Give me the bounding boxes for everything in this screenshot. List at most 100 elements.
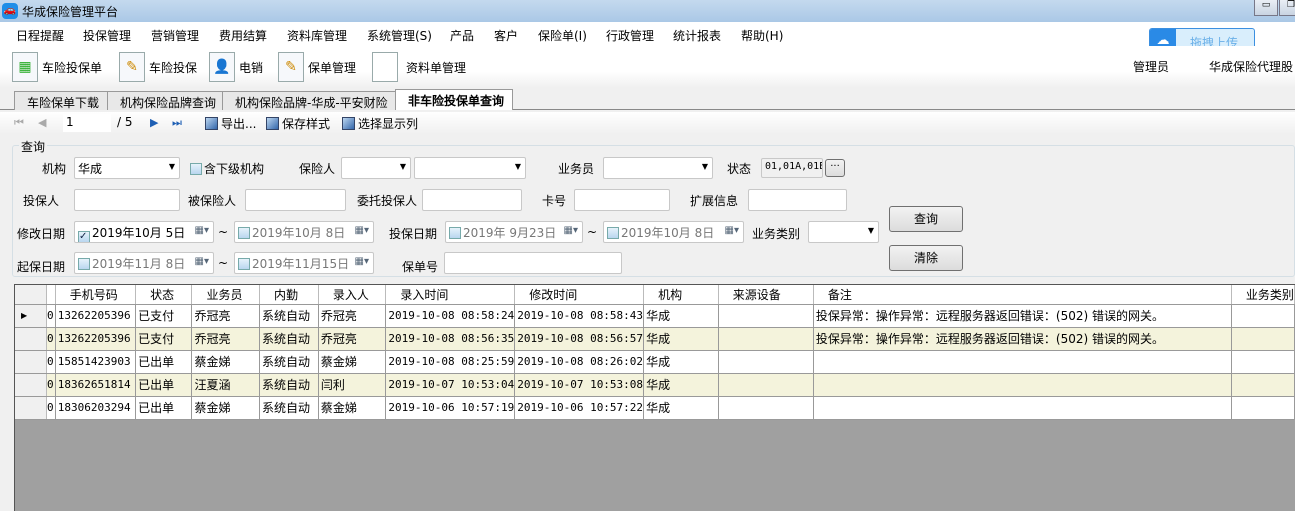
menu-reports[interactable]: 统计报表 — [673, 27, 721, 44]
calendar-dropdown-icon[interactable]: ▦▾ — [355, 225, 369, 236]
document-management-button[interactable]: 资料单管理 — [372, 51, 466, 83]
table-cell: 投保异常：操作异常：远程服务器返回错误：(502) 错误的网关。 — [813, 304, 1232, 328]
table-row[interactable]: 0 13262205396 已支付 乔冠亮 系统自动 乔冠亮 2019-10-08 08:5… — [15, 327, 1295, 351]
menu-library[interactable]: 资料库管理 — [287, 27, 347, 44]
tab-car-policy-download[interactable]: 车险保单下载 — [14, 91, 109, 110]
page-input[interactable]: 1 — [63, 114, 111, 132]
column-header[interactable]: 业务员 — [191, 285, 261, 305]
navigation-bar: ⏮ ◀ 1 / 5 ▶ ⏭ 导出... 保存样式 选择显示列 — [0, 112, 1295, 134]
save-style-button[interactable]: 保存样式 — [266, 115, 330, 132]
table-cell: 2019-10-08 08:58:43 — [514, 304, 645, 328]
table-cell — [813, 373, 1232, 397]
applicant-input[interactable] — [74, 189, 180, 211]
search-button[interactable]: 查询 — [889, 206, 963, 232]
car-insure-button[interactable]: ✎ 车险投保 — [119, 51, 197, 83]
column-header[interactable]: 录入人 — [318, 285, 387, 305]
minimize-button[interactable]: ▭ — [1254, 0, 1278, 16]
mod-date-to[interactable]: 2019年10月 8日 ▦▾ — [234, 221, 374, 243]
tab-non-car-query[interactable]: 非车险投保单查询 — [395, 89, 514, 110]
table-cell: 系统自动 — [259, 304, 319, 328]
maximize-button[interactable]: ❐ — [1279, 0, 1295, 16]
start-date-to[interactable]: 2019年11月15日 ▦▾ — [234, 252, 374, 274]
export-button[interactable]: 导出... — [205, 115, 256, 132]
calendar-dropdown-icon[interactable]: ▦▾ — [564, 225, 578, 236]
menu-help[interactable]: 帮助(H) — [741, 27, 783, 44]
insurer-sub-select[interactable] — [414, 157, 526, 179]
column-header[interactable]: 来源设备 — [718, 285, 814, 305]
tab-org-brand-pingan[interactable]: 机构保险品牌-华成-平安财险 — [222, 91, 397, 110]
apply-date-from[interactable]: 2019年 9月23日 ▦▾ — [445, 221, 583, 243]
toolbar-label: 保单管理 — [308, 60, 357, 75]
contact-card-icon: 👤 — [209, 52, 235, 82]
menu-marketing[interactable]: 营销管理 — [151, 27, 199, 44]
insurer-select[interactable] — [341, 157, 411, 179]
row-selector[interactable] — [15, 327, 47, 351]
column-header[interactable]: 机构 — [643, 285, 719, 305]
status-picker-button[interactable]: ··· — [825, 159, 845, 177]
entrust-input[interactable] — [422, 189, 522, 211]
image-icon — [205, 117, 218, 130]
entrust-label: 委托投保人 — [357, 194, 418, 208]
column-header[interactable]: 业务类别 — [1231, 285, 1295, 305]
column-header[interactable]: 备注 — [813, 285, 1232, 305]
menu-system[interactable]: 系统管理(S) — [367, 27, 432, 44]
table-row[interactable]: 0 18306203294 已出单 蔡金娣 系统自动 蔡金娣 2019-10-06 10:5… — [15, 396, 1295, 420]
column-header[interactable]: 手机号码 — [55, 285, 137, 305]
menu-insure[interactable]: 投保管理 — [83, 27, 131, 44]
mod-date-from[interactable]: ✓ 2019年10月 5日 ▦▾ — [74, 221, 214, 243]
menu-products[interactable]: 产品 — [450, 27, 474, 44]
policy-no-label: 保单号 — [402, 260, 439, 274]
table-cell: 投保异常：操作异常：远程服务器返回错误：(502) 错误的网关。 — [813, 327, 1232, 351]
start-date-from[interactable]: 2019年11月 8日 ▦▾ — [74, 252, 214, 274]
table-cell: 2019-10-08 08:25:59 — [385, 350, 516, 374]
sub-org-checkbox[interactable]: 含下级机构 — [190, 160, 264, 177]
calendar-dropdown-icon[interactable]: ▦▾ — [725, 225, 739, 236]
menu-customers[interactable]: 客户 — [494, 27, 518, 44]
biz-type-select[interactable] — [808, 221, 879, 243]
column-header[interactable] — [46, 285, 56, 305]
calendar-dropdown-icon[interactable]: ▦▾ — [195, 225, 209, 236]
tab-org-brand-query[interactable]: 机构保险品牌查询 — [107, 91, 226, 110]
prev-page-button[interactable]: ◀ — [38, 116, 46, 129]
menu-fees[interactable]: 费用结算 — [219, 27, 267, 44]
menu-policies[interactable]: 保险单(I) — [538, 27, 587, 44]
toolbar-label: 资料单管理 — [406, 60, 467, 75]
checkbox-icon — [238, 258, 250, 270]
table-row[interactable]: 0 18362651814 已出单 汪夏涵 系统自动 闫利 2019-10-07 10:53… — [15, 373, 1295, 397]
column-header[interactable]: 录入时间 — [385, 285, 516, 305]
table-cell: 2019-10-08 08:58:24 — [385, 304, 516, 328]
card-input[interactable] — [574, 189, 670, 211]
telesales-button[interactable]: 👤 电销 — [209, 51, 263, 83]
car-insurance-form-button[interactable]: ▦ 车险投保单 — [12, 51, 102, 83]
current-row-indicator-icon[interactable]: ▶ — [15, 304, 47, 328]
table-row[interactable]: 0 15851423903 已出单 蔡金娣 系统自动 蔡金娣 2019-10-08 08:2… — [15, 350, 1295, 374]
apply-date-to[interactable]: 2019年10月 8日 ▦▾ — [603, 221, 744, 243]
next-page-button[interactable]: ▶ — [150, 116, 158, 129]
org-select[interactable]: 华成 — [74, 157, 180, 179]
table-cell: 已出单 — [135, 373, 193, 397]
ext-info-input[interactable] — [748, 189, 847, 211]
row-selector[interactable] — [15, 350, 47, 374]
column-header[interactable]: 修改时间 — [514, 285, 645, 305]
policy-no-input[interactable] — [444, 252, 622, 274]
menu-schedule[interactable]: 日程提醒 — [16, 27, 64, 44]
column-header[interactable]: 状态 — [135, 285, 193, 305]
last-page-button[interactable]: ⏭ — [172, 116, 182, 130]
policy-management-button[interactable]: ✎ 保单管理 — [278, 51, 356, 83]
first-page-button[interactable]: ⏮ — [14, 116, 24, 130]
menu-admin[interactable]: 行政管理 — [606, 27, 654, 44]
table-row[interactable]: ▶ 0 13262205396 已支付 乔冠亮 系统自动 乔冠亮 2019-10-08 08:… — [15, 304, 1295, 328]
row-selector[interactable] — [15, 396, 47, 420]
clear-button[interactable]: 清除 — [889, 245, 963, 271]
column-header[interactable]: 内勤 — [259, 285, 319, 305]
table-cell: 乔冠亮 — [318, 327, 387, 351]
insured-input[interactable] — [245, 189, 346, 211]
select-columns-button[interactable]: 选择显示列 — [342, 115, 418, 132]
calendar-dropdown-icon[interactable]: ▦▾ — [355, 256, 369, 267]
row-selector[interactable] — [15, 373, 47, 397]
range-separator: ~ — [218, 225, 229, 239]
table-cell — [813, 396, 1232, 420]
calendar-dropdown-icon[interactable]: ▦▾ — [195, 256, 209, 267]
salesman-select[interactable] — [603, 157, 713, 179]
table-header: 手机号码 状态 业务员 内勤 录入人 录入时间 修改时间 机构 来源设备 备注 业务类别 — [15, 285, 1295, 305]
